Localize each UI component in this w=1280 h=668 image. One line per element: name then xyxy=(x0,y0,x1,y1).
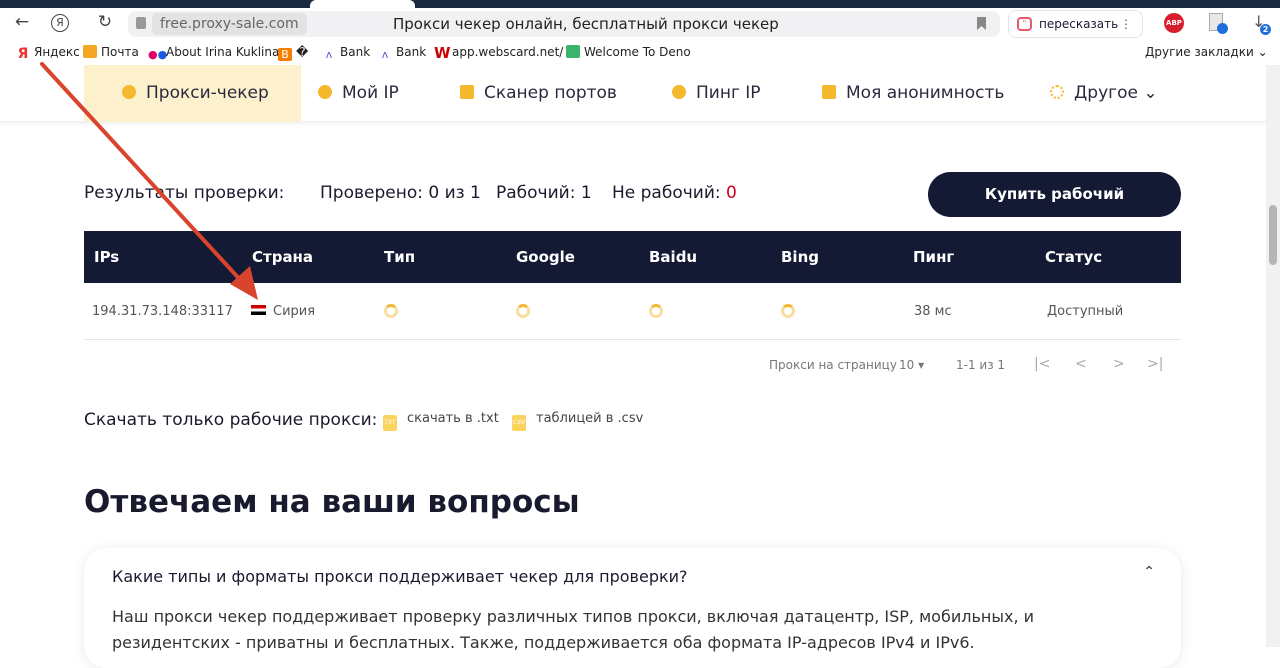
faq-answer: Наш прокси чекер поддерживает проверку р… xyxy=(112,607,1035,652)
col-country: Страна xyxy=(252,248,314,266)
bookmark-bank-1[interactable]: ʌ Bank xyxy=(322,45,370,61)
scrollbar-thumb xyxy=(1269,205,1277,265)
col-ips: IPs xyxy=(94,248,120,266)
txt-file-icon: TXT xyxy=(383,415,397,431)
scrollbar[interactable] xyxy=(1266,65,1280,647)
nav-ping-ip[interactable]: Пинг IP xyxy=(672,65,761,122)
download-csv-link[interactable]: CSV таблицей в .csv xyxy=(512,411,643,431)
pin-icon xyxy=(318,85,332,99)
ping-icon xyxy=(672,85,686,99)
col-type: Тип xyxy=(384,248,416,266)
bookmark-flickr[interactable]: ●●About Irina Kuklina xyxy=(148,45,279,61)
download-txt-link[interactable]: TXT скачать в .txt xyxy=(383,411,499,431)
faq-item[interactable]: Какие типы и форматы прокси поддерживает… xyxy=(84,548,1181,668)
baidu-loading-icon xyxy=(649,283,663,343)
next-page-icon[interactable]: > xyxy=(1113,356,1125,372)
not-working-count: Не рабочий: 0 xyxy=(612,183,737,203)
bookmark-mail[interactable]: Почта xyxy=(83,45,139,59)
cell-country: Сирия xyxy=(251,283,315,340)
syria-flag-icon xyxy=(251,305,266,315)
last-page-icon[interactable]: >| xyxy=(1147,356,1163,372)
bookmark-blogger[interactable]: B � xyxy=(278,45,308,61)
yandex-home-icon[interactable]: Я xyxy=(51,14,69,32)
col-google: Google xyxy=(516,248,575,266)
window-frame xyxy=(0,0,1280,8)
buy-working-button[interactable]: Купить рабочий xyxy=(928,172,1181,217)
bookmark-deno[interactable]: Welcome To Deno xyxy=(566,45,691,59)
bookmark-webscard[interactable]: Wapp.webscard.net/ xyxy=(434,45,563,61)
other-bookmarks[interactable]: Другие закладки ⌄ xyxy=(1145,45,1268,59)
back-icon[interactable]: ← xyxy=(10,12,34,32)
lock-icon xyxy=(136,17,146,29)
col-status: Статус xyxy=(1045,248,1103,266)
nav-other[interactable]: Другое ⌄ xyxy=(1050,65,1158,122)
adblock-icon[interactable]: ABP xyxy=(1164,13,1184,33)
faq-question[interactable]: Какие типы и форматы прокси поддерживает… xyxy=(112,567,688,586)
per-page-label: Прокси на страницу xyxy=(769,358,897,372)
bookmark-bank-2[interactable]: ʌ Bank xyxy=(378,45,426,61)
check-icon xyxy=(122,85,136,99)
chevron-up-icon[interactable]: ⌃ xyxy=(1143,564,1155,580)
scanner-icon xyxy=(460,85,474,99)
retell-label: пересказать xyxy=(1039,17,1119,31)
col-ping: Пинг xyxy=(913,248,955,266)
downloads-count: 2 xyxy=(1260,24,1271,35)
checked-count: Проверено: 0 из 1 xyxy=(320,183,481,203)
page-range: 1-1 из 1 xyxy=(956,358,1006,372)
csv-file-icon: CSV xyxy=(512,415,526,431)
nav-proxy-checker[interactable]: Прокси-чекер xyxy=(84,65,301,122)
nav-anonymity[interactable]: Моя анонимность xyxy=(822,65,1004,122)
bookmarks-bar: Я Яндекс Почта ●●About Irina Kuklina B � ʌ… xyxy=(0,40,1280,65)
quote-icon: “ xyxy=(1017,17,1032,31)
loader-icon xyxy=(1050,85,1064,99)
table-header: IPs Страна Тип Google Baidu Bing Пинг Ст… xyxy=(84,231,1181,283)
results-label: Результаты проверки: xyxy=(84,183,285,203)
page-title-in-bar: Прокси чекер онлайн, бесплатный прокси ч… xyxy=(393,15,779,33)
col-bing: Bing xyxy=(781,248,819,266)
browser-toolbar: ← Я ↻ free.proxy-sale.com Прокси чекер о… xyxy=(0,8,1280,40)
bing-loading-icon xyxy=(781,283,795,343)
cell-ping: 38 мс xyxy=(914,304,952,319)
cell-status: Доступный xyxy=(1047,304,1124,319)
prev-page-icon[interactable]: < xyxy=(1075,356,1087,372)
google-loading-icon xyxy=(516,283,530,343)
faq-title: Отвечаем на ваши вопросы xyxy=(84,484,580,520)
bookmark-icon[interactable] xyxy=(977,17,986,30)
cell-ip: 194.31.73.148:33117 xyxy=(92,304,233,319)
anonymity-icon xyxy=(822,85,836,99)
more-icon[interactable]: ⋮ xyxy=(1120,11,1132,37)
nav-my-ip[interactable]: Мой IP xyxy=(318,65,399,122)
address-bar[interactable]: free.proxy-sale.com Прокси чекер онлайн,… xyxy=(128,11,1000,37)
download-row: Скачать только рабочие прокси: TXT скачат… xyxy=(84,410,643,431)
url-domain[interactable]: free.proxy-sale.com xyxy=(152,13,307,35)
table-row: 194.31.73.148:33117 Сирия 38 мс Доступны… xyxy=(84,283,1181,340)
reload-icon[interactable]: ↻ xyxy=(93,12,117,32)
site-nav: Прокси-чекер Мой IP Сканер портов Пинг I… xyxy=(0,65,1266,122)
type-loading-icon xyxy=(384,283,398,343)
downloads-icon[interactable]: ↓ 2 xyxy=(1252,12,1271,35)
download-label: Скачать только рабочие прокси: xyxy=(84,410,378,430)
first-page-icon[interactable]: |< xyxy=(1034,356,1050,372)
extension-icon[interactable] xyxy=(1209,13,1228,34)
per-page-select[interactable]: 10 ▾ xyxy=(899,358,924,372)
nav-port-scanner[interactable]: Сканер портов xyxy=(460,65,617,122)
working-count: Рабочий: 1 xyxy=(496,183,592,203)
col-baidu: Baidu xyxy=(649,248,698,266)
retell-button[interactable]: “ пересказать ⋮ xyxy=(1008,10,1143,38)
bookmark-yandex[interactable]: Я Яндекс xyxy=(16,45,80,61)
